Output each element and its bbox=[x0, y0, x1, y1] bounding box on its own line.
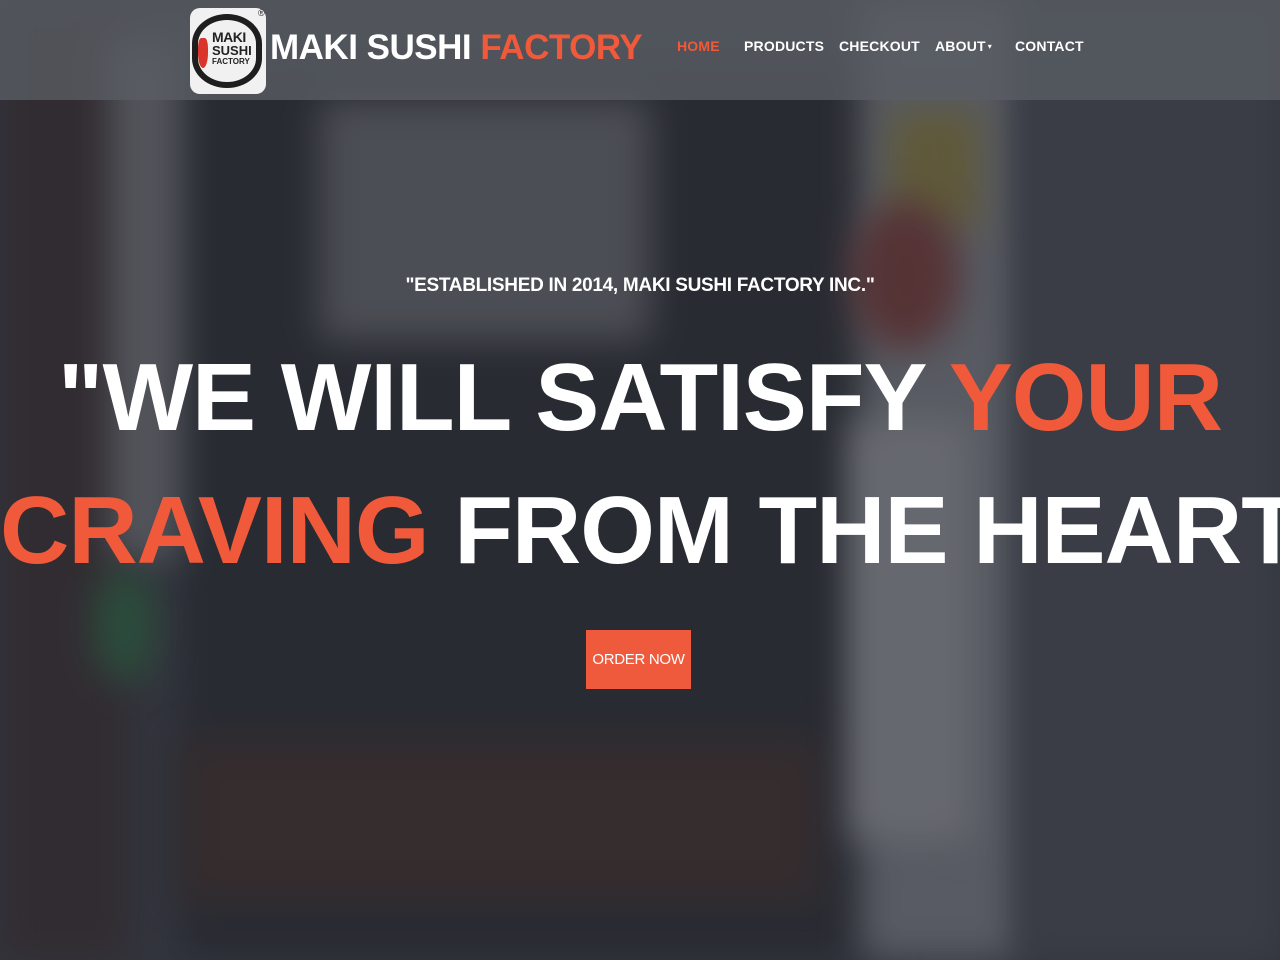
site-header: MAKI SUSHI FACTORY ® MAKI SUSHI FACTORY … bbox=[0, 0, 1280, 100]
headline-line2-white: FROM THE HEART" bbox=[428, 477, 1280, 584]
nav-item-contact[interactable]: CONTACT bbox=[1015, 38, 1084, 54]
order-now-button[interactable]: ORDER NOW bbox=[586, 630, 691, 689]
headline-line1-white: "WE WILL SATISFY bbox=[57, 344, 949, 451]
registered-mark: ® bbox=[258, 8, 265, 18]
main-nav: HOME PRODUCTS CHECKOUT ABOUT ▾ CONTACT bbox=[0, 38, 1280, 62]
nav-item-checkout[interactable]: CHECKOUT bbox=[839, 38, 920, 54]
nav-item-about[interactable]: ABOUT ▾ bbox=[935, 38, 992, 54]
hero-headline-line2: CRAVING FROM THE HEART" bbox=[0, 483, 1280, 579]
hero-tagline: "ESTABLISHED IN 2014, MAKI SUSHI FACTORY… bbox=[405, 275, 875, 296]
nav-item-about-label: ABOUT bbox=[935, 38, 986, 54]
headline-line2-orange: CRAVING bbox=[0, 477, 430, 584]
hero-headline-line1: "WE WILL SATISFY YOUR bbox=[0, 350, 1280, 446]
nav-item-home[interactable]: HOME bbox=[677, 38, 720, 54]
headline-line1-orange: YOUR bbox=[948, 344, 1223, 451]
caret-down-icon: ▾ bbox=[987, 42, 992, 51]
nav-item-products[interactable]: PRODUCTS bbox=[744, 38, 824, 54]
